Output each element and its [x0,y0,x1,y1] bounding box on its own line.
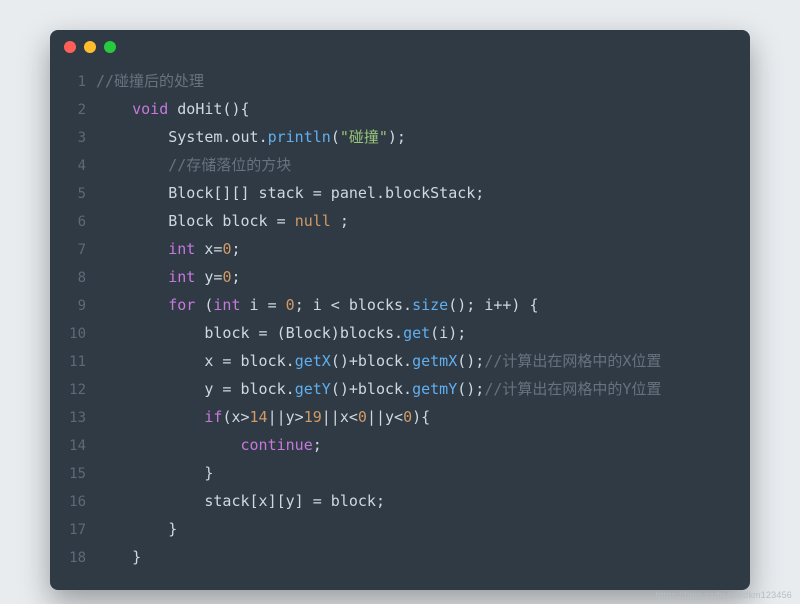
code-line: 15 } [50,460,750,488]
code-line: 4 //存储落位的方块 [50,152,750,180]
line-content: Block block = null ; [96,208,349,235]
line-content: x = block.getX()+block.getmX();//计算出在网格中… [96,348,661,375]
code-line: 6 Block block = null ; [50,208,750,236]
line-number: 12 [50,377,96,404]
code-line: 14 continue; [50,432,750,460]
line-content: } [96,516,177,543]
code-line: 5 Block[][] stack = panel.blockStack; [50,180,750,208]
code-block: 1//碰撞后的处理2 void doHit(){3 System.out.pri… [50,64,750,572]
code-line: 16 stack[x][y] = block; [50,488,750,516]
line-content: System.out.println("碰撞"); [96,124,406,151]
line-content: if(x>14||y>19||x<0||y<0){ [96,404,430,431]
code-line: 10 block = (Block)blocks.get(i); [50,320,750,348]
line-number: 16 [50,489,96,516]
zoom-icon[interactable] [104,41,116,53]
line-content: block = (Block)blocks.get(i); [96,320,466,347]
line-number: 17 [50,517,96,544]
line-number: 9 [50,293,96,320]
code-line: 18 } [50,544,750,572]
line-content: } [96,544,141,571]
line-content: continue; [96,432,322,459]
line-content: void doHit(){ [96,96,250,123]
line-content: y = block.getY()+block.getmY();//计算出在网格中… [96,376,661,403]
code-line: 3 System.out.println("碰撞"); [50,124,750,152]
line-number: 6 [50,209,96,236]
code-line: 11 x = block.getX()+block.getmX();//计算出在… [50,348,750,376]
line-number: 1 [50,69,96,96]
line-number: 8 [50,265,96,292]
line-number: 11 [50,349,96,376]
line-number: 5 [50,181,96,208]
code-line: 8 int y=0; [50,264,750,292]
code-window: 1//碰撞后的处理2 void doHit(){3 System.out.pri… [50,30,750,590]
watermark-text: https://blog.csdn.net/dkm123456 [656,590,792,600]
line-number: 7 [50,237,96,264]
close-icon[interactable] [64,41,76,53]
line-content: stack[x][y] = block; [96,488,385,515]
line-number: 14 [50,433,96,460]
line-content: for (int i = 0; i < blocks.size(); i++) … [96,292,539,319]
line-number: 2 [50,97,96,124]
line-content: //存储落位的方块 [96,152,291,179]
line-number: 15 [50,461,96,488]
line-number: 3 [50,125,96,152]
line-content: Block[][] stack = panel.blockStack; [96,180,484,207]
code-line: 13 if(x>14||y>19||x<0||y<0){ [50,404,750,432]
code-line: 1//碰撞后的处理 [50,68,750,96]
code-line: 17 } [50,516,750,544]
line-content: int x=0; [96,236,241,263]
line-number: 18 [50,545,96,572]
window-titlebar [50,30,750,64]
line-number: 4 [50,153,96,180]
code-line: 12 y = block.getY()+block.getmY();//计算出在… [50,376,750,404]
code-line: 9 for (int i = 0; i < blocks.size(); i++… [50,292,750,320]
line-number: 10 [50,321,96,348]
line-number: 13 [50,405,96,432]
code-line: 7 int x=0; [50,236,750,264]
line-content: int y=0; [96,264,241,291]
code-line: 2 void doHit(){ [50,96,750,124]
line-content: //碰撞后的处理 [96,68,204,95]
line-content: } [96,460,213,487]
minimize-icon[interactable] [84,41,96,53]
